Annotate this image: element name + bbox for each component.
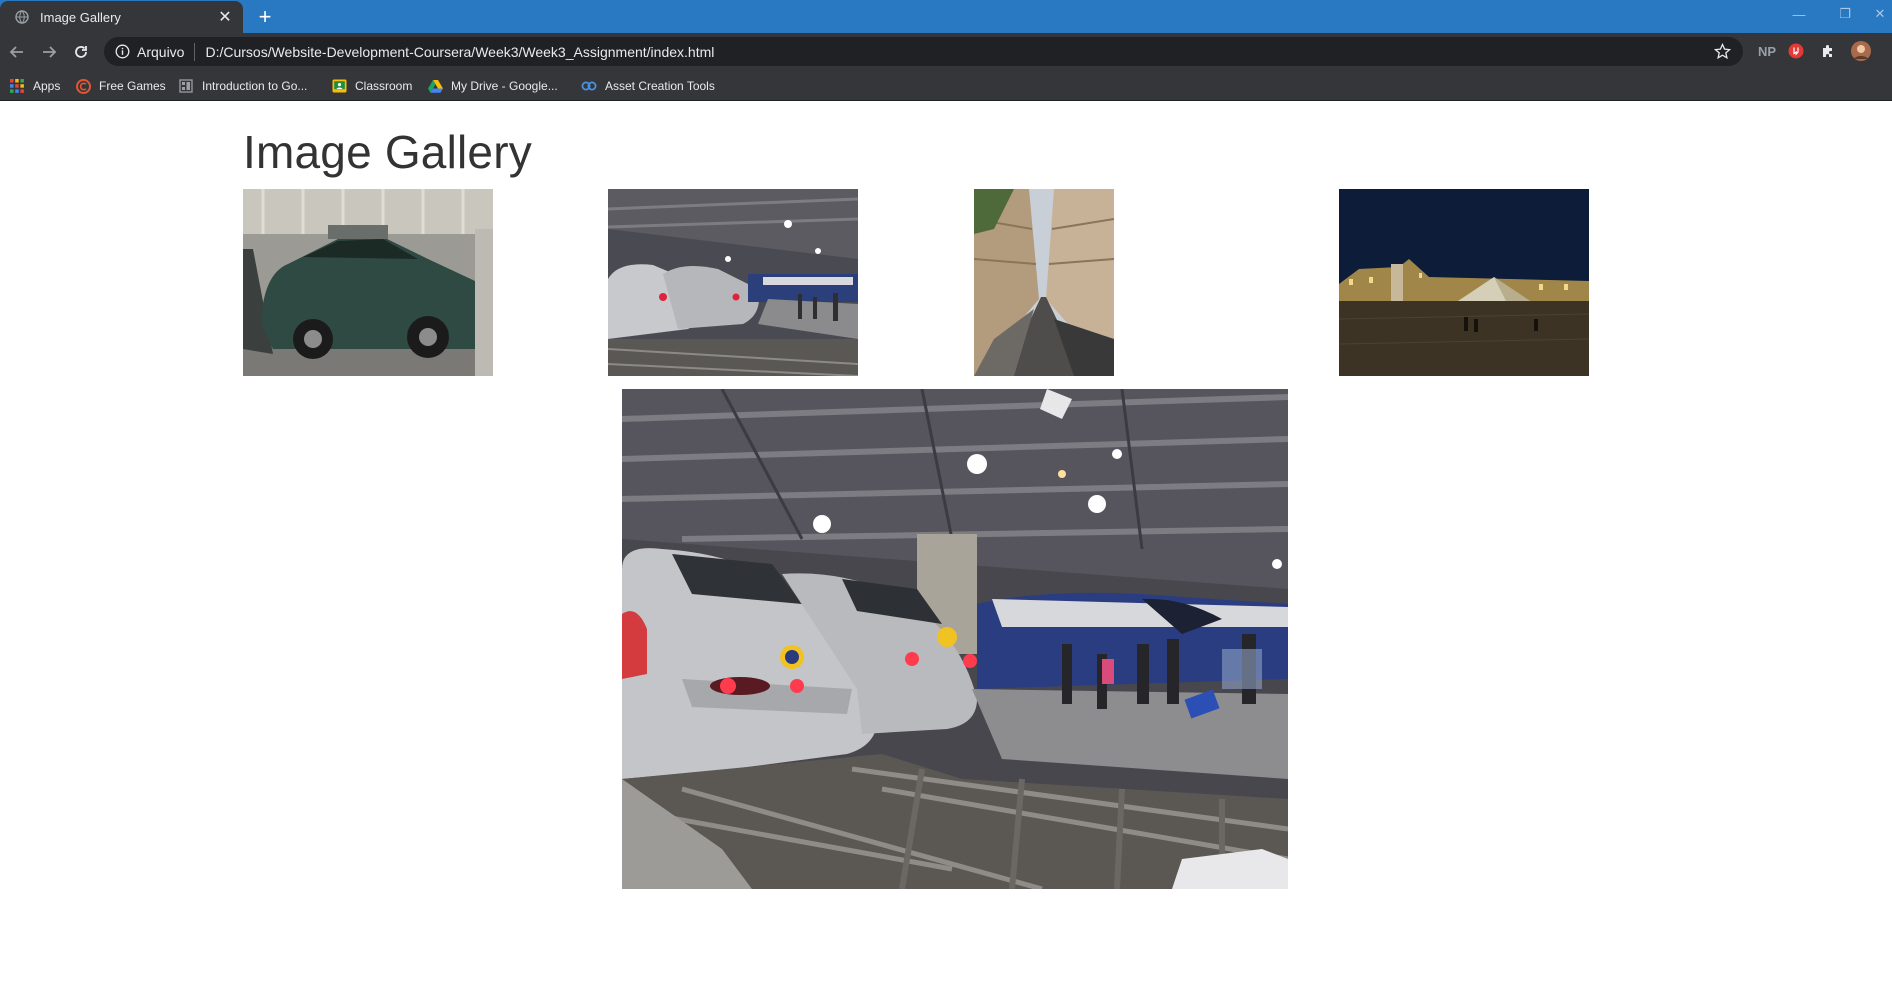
url-scheme-label: Arquivo <box>137 43 185 60</box>
bookmark-label: My Drive - Google... <box>451 79 558 93</box>
tab-close-icon[interactable]: ✕ <box>213 5 237 29</box>
reload-button[interactable] <box>67 38 95 66</box>
arrow-right-icon <box>43 46 57 58</box>
profile-avatar[interactable] <box>1850 41 1872 61</box>
thumbnail-paris-street[interactable] <box>974 189 1114 376</box>
extension-red-icon[interactable] <box>1786 41 1806 61</box>
omnibox-separator <box>194 42 196 61</box>
forward-button[interactable] <box>35 38 63 66</box>
bookmark-label: Free Games <box>99 79 166 93</box>
new-tab-button[interactable]: + <box>252 4 278 30</box>
url-text[interactable]: D:/Cursos/Website-Development-Coursera/W… <box>205 44 714 60</box>
bookmark-label: Asset Creation Tools <box>605 79 715 93</box>
bookmark-asset-creation[interactable]: Asset Creation Tools <box>581 76 715 96</box>
restore-icon[interactable]: ❐ <box>1822 0 1868 28</box>
bookmark-page-icon <box>178 78 194 94</box>
bookmark-label: Introduction to Go... <box>202 79 308 93</box>
classroom-icon <box>331 78 347 94</box>
extension-np-button[interactable]: NP <box>1755 41 1779 61</box>
bookmark-label: Classroom <box>355 79 413 93</box>
bookmark-free-games[interactable]: Free Games <box>75 76 166 96</box>
globe-icon <box>14 9 30 25</box>
selected-image-trains <box>622 389 1288 889</box>
bookmark-label: Apps <box>33 79 61 93</box>
puzzle-icon[interactable] <box>1818 41 1838 61</box>
back-button[interactable] <box>3 38 31 66</box>
free-games-icon <box>75 78 91 94</box>
bookmarks-bar: Apps Free Games Introduction to Go... Cl… <box>0 70 1892 101</box>
tab-image-gallery[interactable]: Image Gallery ✕ <box>0 1 243 33</box>
page-content: Image Gallery <box>0 101 1892 1003</box>
thumbnail-mini-car[interactable] <box>243 189 493 376</box>
star-icon[interactable] <box>1713 42 1732 60</box>
google-drive-icon <box>427 78 443 94</box>
thumbnail-louvre-pyramid[interactable] <box>1339 189 1589 376</box>
minimize-icon[interactable]: — <box>1776 0 1822 28</box>
page-title: Image Gallery <box>243 126 532 178</box>
apps-grid-icon <box>9 78 25 94</box>
tab-strip: Image Gallery ✕ + — ❐ ✕ <box>0 0 1892 33</box>
reload-icon <box>75 46 87 58</box>
bookmark-apps[interactable]: Apps <box>9 76 60 96</box>
browser-toolbar: Arquivo D:/Cursos/Website-Development-Co… <box>0 33 1892 70</box>
bookmark-introduction[interactable]: Introduction to Go... <box>178 76 307 96</box>
arrow-left-icon <box>9 46 23 58</box>
info-icon[interactable] <box>114 44 130 60</box>
asset-tools-icon <box>581 78 597 94</box>
tab-title: Image Gallery <box>40 9 121 25</box>
close-window-icon[interactable]: ✕ <box>1868 0 1892 28</box>
bookmark-my-drive[interactable]: My Drive - Google... <box>427 76 558 96</box>
bookmark-classroom[interactable]: Classroom <box>331 76 412 96</box>
address-bar[interactable]: Arquivo D:/Cursos/Website-Development-Co… <box>104 37 1743 66</box>
thumbnail-trains[interactable] <box>608 189 858 376</box>
